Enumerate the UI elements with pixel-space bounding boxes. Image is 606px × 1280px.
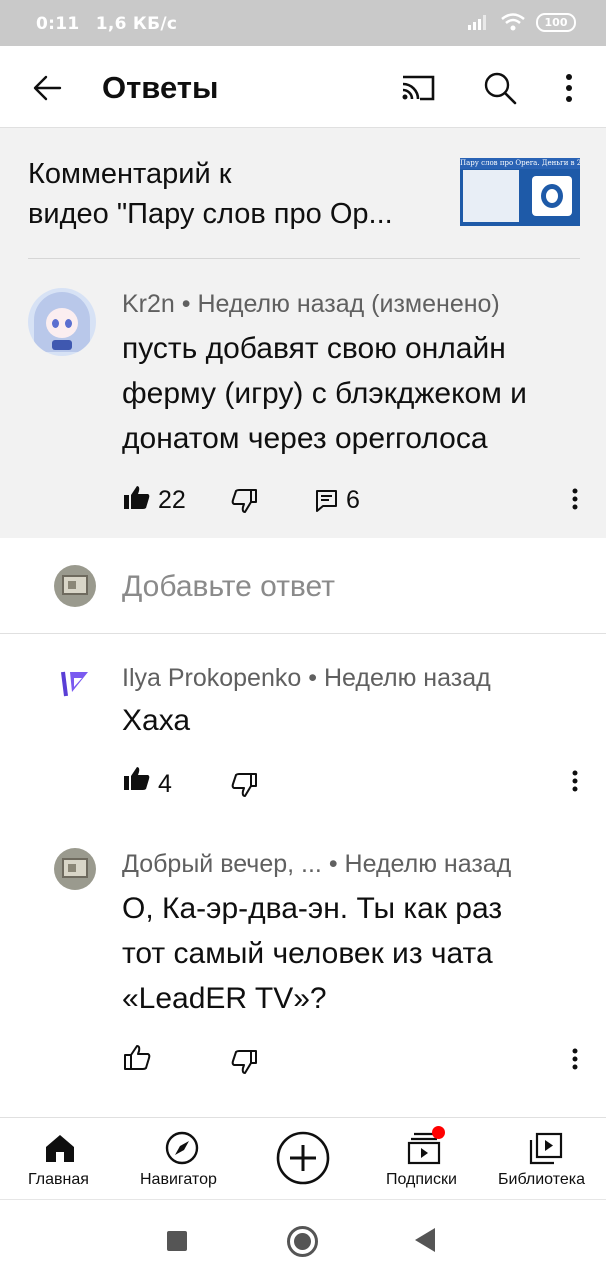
more-vert-icon[interactable] <box>552 68 586 108</box>
cast-icon[interactable] <box>398 68 438 108</box>
comment-author[interactable]: Ilya Prokopenko <box>122 664 301 692</box>
video-context-line: Комментарий к <box>28 158 232 190</box>
thumbnail-caption: Пару слов про Opera. Деньги в 2010 году <box>460 158 580 169</box>
comment-line: ферму (игру) с блэкджеком и <box>122 377 527 410</box>
add-reply-input[interactable]: Добавьте ответ <box>122 570 335 604</box>
nav-home-label: Главная <box>28 1171 89 1188</box>
video-context-line: видео "Пару слов про Ор... <box>28 198 393 230</box>
page-title: Ответы <box>102 70 219 105</box>
signal-icon <box>468 15 486 30</box>
like-icon[interactable] <box>122 483 152 513</box>
comment-meta: Ilya Prokopenko • Неделю назад <box>122 664 491 693</box>
like-count: 4 <box>158 770 172 798</box>
status-time: 0:11 <box>36 14 80 34</box>
recents-icon[interactable] <box>167 1231 187 1251</box>
comment-text: Хаха <box>122 698 190 743</box>
opera-logo-icon <box>532 176 572 216</box>
parent-comment-section: Комментарий к видео "Пару слов про Ор...… <box>0 128 606 538</box>
back-arrow-icon[interactable] <box>28 68 68 108</box>
comment-line: Хаха <box>122 704 191 737</box>
comment-line: пусть добавят свою онлайн <box>122 332 506 365</box>
reply-icon[interactable] <box>312 486 342 516</box>
video-thumbnail[interactable]: Пару слов про Opera. Деньги в 2010 году <box>460 158 580 226</box>
status-bar: 0:11 1,6 КБ/с 100 <box>0 0 606 46</box>
create-icon[interactable] <box>275 1130 331 1186</box>
video-context-title[interactable]: Комментарий к видео "Пару слов про Ор... <box>28 154 448 234</box>
comment-meta: Kr2n • Неделю назад (изменено) <box>122 290 500 319</box>
like-icon[interactable] <box>122 1043 152 1073</box>
library-icon <box>529 1132 563 1165</box>
comment-time: Неделю назад (изменено) <box>197 290 500 318</box>
nav-home[interactable]: Главная <box>0 1118 120 1200</box>
comment-time: Неделю назад <box>323 664 491 692</box>
dislike-icon[interactable] <box>230 486 260 516</box>
nav-subscriptions-label: Подписки <box>386 1171 457 1188</box>
current-user-avatar <box>54 565 96 607</box>
comment-text: пусть добавят свою онлайн ферму (игру) с… <box>122 326 527 461</box>
app-bar: Ответы <box>0 46 606 128</box>
home-circle-icon[interactable] <box>287 1226 318 1257</box>
divider <box>28 258 580 259</box>
reply-count: 6 <box>346 486 360 514</box>
dislike-icon[interactable] <box>230 770 260 800</box>
nav-library-label: Библиотека <box>498 1171 585 1188</box>
compass-icon <box>165 1131 199 1165</box>
status-speed: 1,6 КБ/с <box>95 14 178 34</box>
search-icon[interactable] <box>480 68 520 108</box>
bottom-navigation: Главная Навигатор Подписки Библиотека <box>0 1117 606 1199</box>
nav-library[interactable]: Библиотека <box>490 1118 606 1200</box>
avatar[interactable] <box>60 668 90 698</box>
comment-line: донатом через operголоса <box>122 422 488 455</box>
avatar[interactable] <box>54 848 96 890</box>
back-triangle-icon[interactable] <box>415 1228 435 1252</box>
like-icon[interactable] <box>122 764 152 794</box>
meta-separator: • <box>181 290 191 318</box>
meta-separator: • <box>308 664 317 692</box>
comment-line: тот самый человек из чата <box>122 937 493 970</box>
comment-time: Неделю назад <box>344 850 512 878</box>
home-icon <box>46 1135 74 1162</box>
system-navigation-bar <box>0 1199 606 1280</box>
nav-subscriptions[interactable]: Подписки <box>370 1118 480 1200</box>
comment-more-icon[interactable] <box>565 1045 585 1075</box>
notification-dot <box>432 1126 445 1139</box>
meta-separator: • <box>328 850 338 878</box>
comment-more-icon[interactable] <box>565 767 585 797</box>
comment-line: «LeadER TV»? <box>122 982 327 1015</box>
status-left: 0:11 1,6 КБ/с <box>36 14 187 34</box>
comment-text: О, Ка-эр-два-эн. Ты как раз тот самый че… <box>122 886 502 1021</box>
comment-meta: Добрый вечер, ... • Неделю назад <box>122 850 511 879</box>
comment-line: О, Ка-эр-два-эн. Ты как раз <box>122 892 503 925</box>
comment-author[interactable]: Добрый вечер, ... <box>122 850 322 878</box>
nav-explore[interactable]: Навигатор <box>120 1118 244 1200</box>
wifi-icon <box>501 13 525 31</box>
comment-more-icon[interactable] <box>565 485 585 515</box>
add-reply-row[interactable]: Добавьте ответ <box>0 538 606 634</box>
thumbnail-screen <box>463 170 519 222</box>
dislike-icon[interactable] <box>230 1047 260 1077</box>
avatar[interactable] <box>28 288 96 356</box>
nav-explore-label: Навигатор <box>140 1171 217 1188</box>
status-right: 100 <box>466 12 576 32</box>
like-count: 22 <box>158 486 186 514</box>
comment-author[interactable]: Kr2n <box>122 290 175 318</box>
battery-indicator: 100 <box>536 12 576 32</box>
